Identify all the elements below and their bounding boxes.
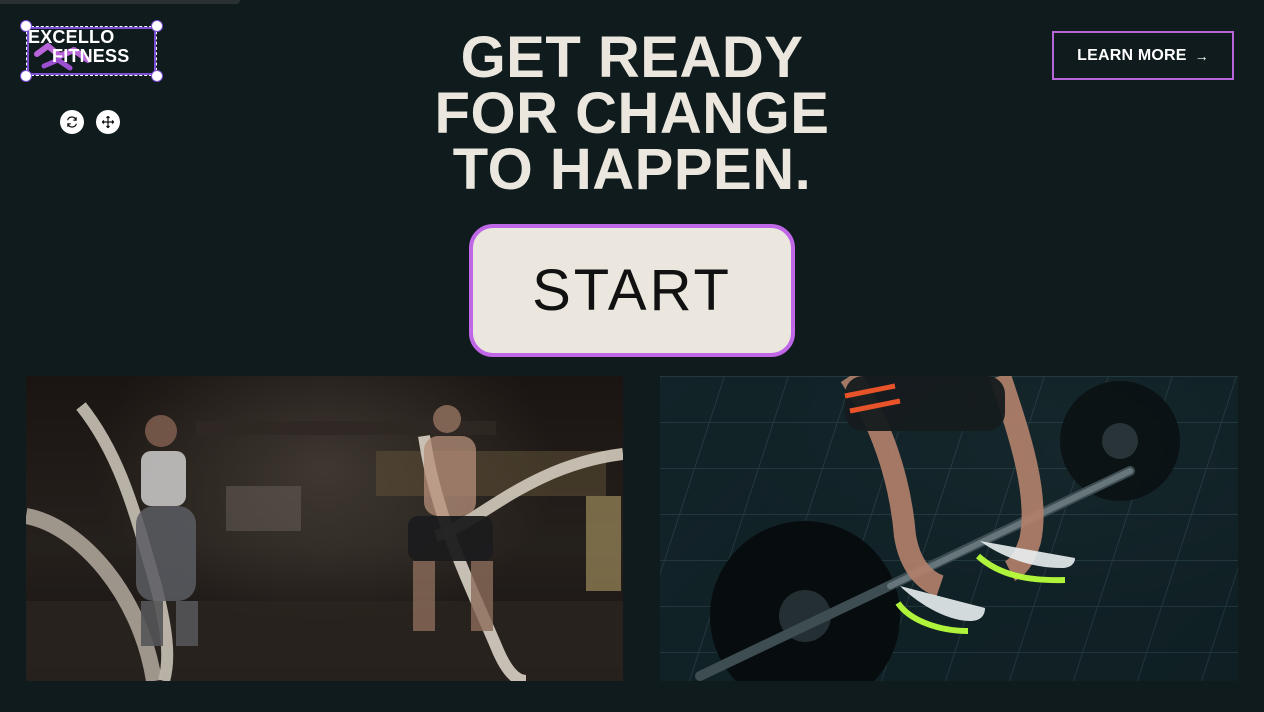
editor-toolbar <box>60 110 120 134</box>
start-label: START <box>532 257 732 323</box>
logo-selection[interactable]: EXCELLO FITNESS <box>20 20 163 82</box>
resize-handle-bottom-left[interactable] <box>20 70 32 82</box>
learn-more-label: LEARN MORE <box>1077 46 1187 64</box>
deadlift-barbell-photo <box>660 376 1238 681</box>
hero-line-3: TO HAPPEN. <box>452 137 812 202</box>
hero-heading: GET READY FOR CHANGE TO HAPPEN. <box>382 25 882 202</box>
battle-ropes-illustration <box>26 402 623 681</box>
browser-tab-edge <box>0 0 240 4</box>
move-icon[interactable] <box>96 110 120 134</box>
resize-handle-bottom-right[interactable] <box>151 70 163 82</box>
battle-ropes-gym-photo <box>26 376 623 681</box>
learn-more-button[interactable]: LEARN MORE → <box>1052 31 1234 80</box>
logo-text: EXCELLO FITNESS <box>28 28 129 66</box>
hero-line-1: GET READY <box>460 25 804 90</box>
hero-line-2: FOR CHANGE <box>434 81 830 146</box>
arrow-right-icon: → <box>1194 47 1209 64</box>
logo-line-1: EXCELLO <box>28 27 115 47</box>
rotate-icon[interactable] <box>60 110 84 134</box>
logo-line-2: FITNESS <box>52 46 130 66</box>
resize-handle-top-right[interactable] <box>151 20 163 32</box>
deadlift-illustration <box>660 376 1238 681</box>
start-button[interactable]: START <box>469 224 795 357</box>
